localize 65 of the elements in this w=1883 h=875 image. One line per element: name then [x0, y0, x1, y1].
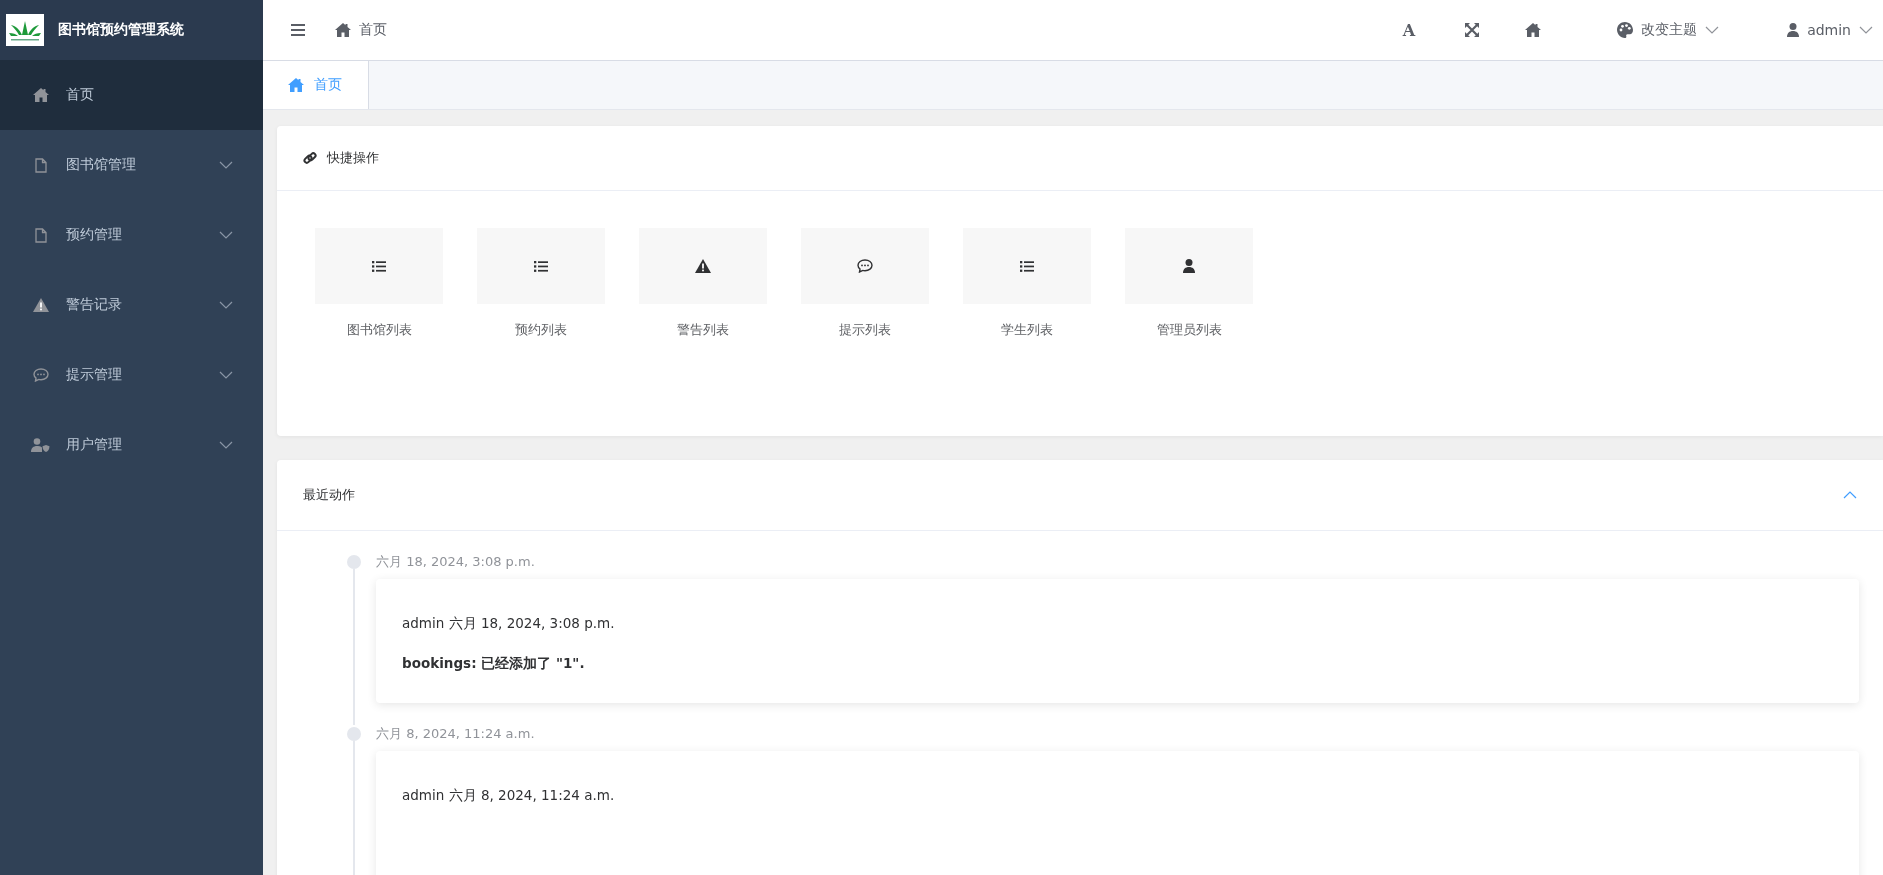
library-logo [6, 14, 44, 46]
document-icon [34, 157, 47, 173]
home-icon [288, 78, 304, 92]
activity-message: bookings: 已经添加了 "1". [402, 655, 586, 673]
quick-action-label[interactable]: 警告列表 [677, 321, 729, 339]
activity-byline: admin 六月 18, 2024, 3:08 p.m. [402, 615, 616, 633]
list-icon [372, 260, 386, 272]
quick-action-label[interactable]: 学生列表 [1001, 321, 1053, 339]
caret-icon [1859, 26, 1873, 34]
quick-action-tile[interactable] [1125, 228, 1253, 304]
app-title: 图书馆预约管理系统 [58, 21, 184, 39]
quick-action-tile[interactable] [801, 228, 929, 304]
sidebar-item-label: 用户管理 [66, 436, 123, 454]
home-icon [335, 23, 351, 37]
sidebar-item-label: 图书馆管理 [66, 156, 137, 174]
caret-icon [1705, 26, 1720, 34]
breadcrumb-link[interactable]: 首页 [359, 21, 387, 39]
quick-action-label[interactable]: 预约列表 [515, 321, 567, 339]
link-icon [303, 151, 317, 165]
sidebar-item[interactable]: 预约管理 [0, 200, 263, 270]
expand-arrows-icon [1465, 23, 1480, 37]
home-icon [32, 88, 49, 102]
sidebar-item-label: 首页 [66, 86, 95, 104]
sidebar-item[interactable]: 首页 [0, 60, 263, 130]
speech-bubble-icon [32, 368, 49, 382]
menu-toggle-button[interactable] [291, 24, 305, 36]
theme-dropdown[interactable]: 改变主题 [1617, 21, 1720, 39]
font-size-button[interactable]: A [1402, 20, 1416, 40]
quick-action-tile[interactable] [477, 228, 605, 304]
quick-action-tile[interactable] [963, 228, 1091, 304]
quick-action-label[interactable]: 图书馆列表 [346, 321, 412, 339]
home-button[interactable] [1525, 23, 1542, 37]
sidebar-item-label: 预约管理 [66, 226, 123, 244]
collapse-chevron-icon[interactable] [1843, 491, 1857, 499]
home-icon [1525, 23, 1542, 37]
user-icon [1183, 259, 1195, 273]
quick-action-label[interactable]: 提示列表 [839, 321, 891, 339]
list-icon [534, 260, 548, 272]
card-title: 快捷操作 [327, 149, 379, 167]
timeline-date: 六月 8, 2024, 11:24 a.m. [376, 725, 536, 743]
card-title: 最近动作 [303, 486, 355, 504]
timeline-dot [347, 727, 361, 741]
sidebar-item[interactable]: 用户管理 [0, 410, 263, 480]
activity-byline: admin 六月 8, 2024, 11:24 a.m. [402, 787, 616, 805]
user-shield-icon [31, 438, 50, 452]
quick-action-label[interactable]: 管理员列表 [1156, 321, 1222, 339]
list-icon [1020, 260, 1034, 272]
warning-icon [695, 259, 711, 273]
menu-icon [291, 24, 305, 36]
sidebar-item[interactable]: 图书馆管理 [0, 130, 263, 200]
sidebar-item[interactable]: 提示管理 [0, 340, 263, 410]
sidebar-item-label: 警告记录 [66, 296, 123, 314]
document-icon [34, 227, 47, 243]
fullscreen-button[interactable] [1465, 23, 1480, 37]
quick-action-tile[interactable] [639, 228, 767, 304]
timeline-dot [347, 555, 361, 569]
sidebar-item[interactable]: 警告记录 [0, 270, 263, 340]
speech-bubble-icon [857, 259, 873, 273]
user-icon [1787, 23, 1800, 37]
warning-icon [32, 298, 49, 312]
quick-action-tile[interactable] [315, 228, 443, 304]
user-dropdown[interactable]: admin [1787, 22, 1873, 38]
palette-icon [1617, 22, 1634, 38]
timeline-date: 六月 18, 2024, 3:08 p.m. [376, 553, 536, 571]
sidebar-item-label: 提示管理 [66, 366, 123, 384]
